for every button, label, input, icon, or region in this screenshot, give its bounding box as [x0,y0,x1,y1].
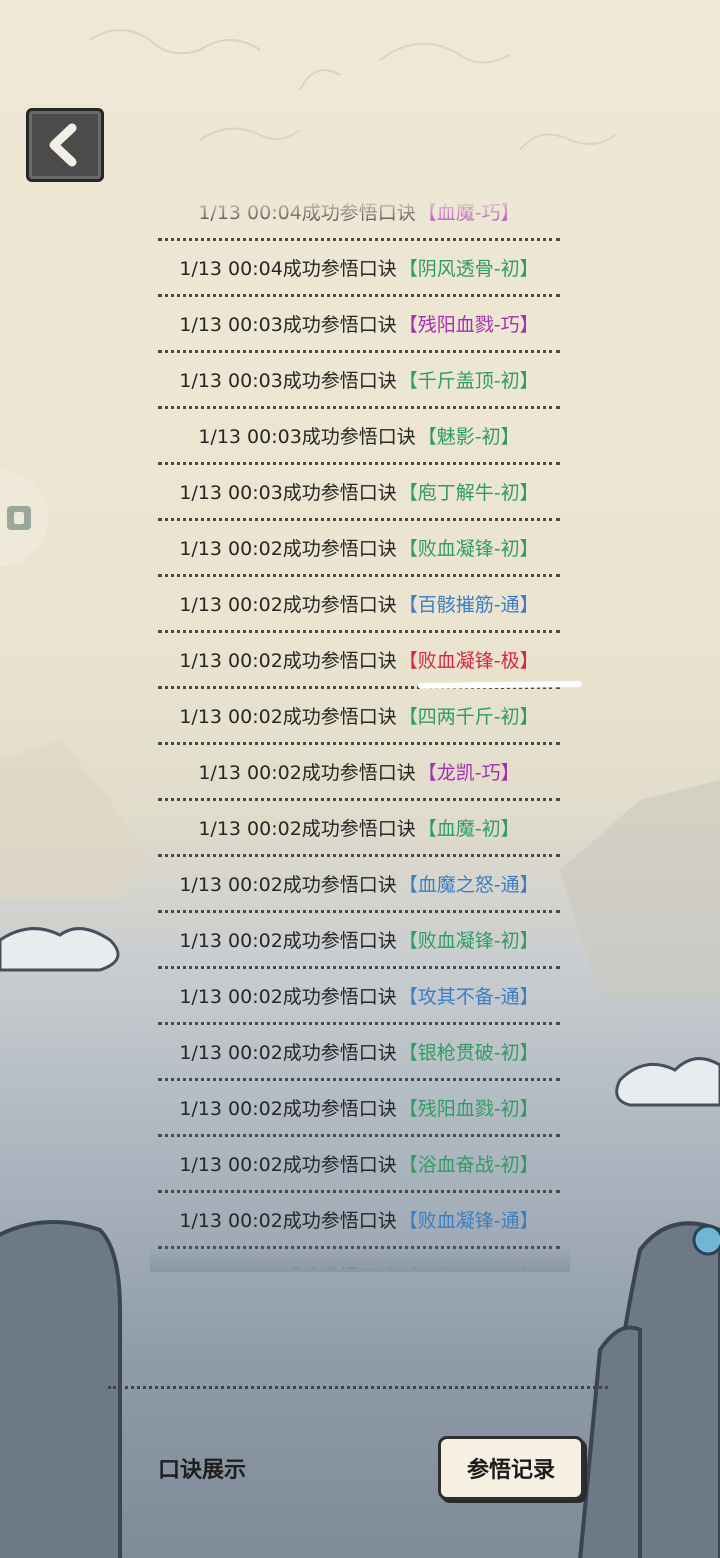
comprehension-record-button[interactable]: 参悟记录 [438,1436,584,1500]
log-skill: 【血魔-初】 [417,818,520,840]
log-time: 1/13 00:02成功参悟口诀 [179,594,397,616]
log-skill: 【败血凝锋-初】 [398,930,539,952]
log-row: 1/13 00:02成功参悟口诀 【浴血奋战-初】 [158,1137,560,1193]
log-skill: 【残阳血戮-初】 [398,1098,539,1120]
log-skill: 【败血凝锋-初】 [398,538,539,560]
log-skill: 【败血凝锋-极】 [398,650,539,672]
log-time: 1/13 00:02成功参悟口诀 [179,1262,396,1270]
log-row: 1/13 00:03成功参悟口诀 【千斤盖顶-初】 [158,353,560,409]
log-row: 1/13 00:03成功参悟口诀 【庖丁解牛-初】 [158,465,560,521]
log-row: 1/13 00:02成功参悟口诀【残阳血戮-初】 [158,1249,560,1270]
log-skill: 【庖丁解牛-初】 [398,482,539,504]
log-row: 1/13 00:02成功参悟口诀 【银枪贯破-初】 [158,1025,560,1081]
log-skill: 【魅影-初】 [417,426,520,448]
log-row: 1/13 00:02成功参悟口诀 【血魔之怒-通】 [158,857,560,913]
log-skill: 【百骸摧筋-通】 [398,594,539,616]
log-row: 1/13 00:04成功参悟口诀 【血魔-巧】 [158,200,560,241]
log-skill: 【攻其不备-通】 [398,986,539,1008]
log-skill: 【残阳血戮-巧】 [398,314,539,336]
log-row: 1/13 00:02成功参悟口诀 【败血凝锋-初】 [158,521,560,577]
chevron-left-icon [49,123,77,167]
log-time: 1/13 00:04成功参悟口诀 [179,258,397,280]
log-row: 1/13 00:03成功参悟口诀 【残阳血戮-巧】 [158,297,560,353]
log-time: 1/13 00:02成功参悟口诀 [179,1210,397,1232]
mantra-display-label[interactable]: 口诀展示 [158,1452,246,1484]
log-skill: 【龙凯-巧】 [417,762,520,784]
log-row: 1/13 00:02成功参悟口诀【残阳血戮-初】 [158,1081,560,1137]
log-time: 1/13 00:02成功参悟口诀 [198,818,416,840]
log-time: 1/13 00:02成功参悟口诀 [179,1098,397,1120]
log-time: 1/13 00:02成功参悟口诀 [179,650,397,672]
footer-divider [108,1386,608,1389]
comprehension-log-list[interactable]: 1/13 00:04成功参悟口诀 【血魔-巧】 1/13 00:04成功参悟口诀【… [158,200,560,1270]
log-skill: 【银枪贯破-初】 [398,1042,539,1064]
log-row: 1/13 00:02成功参悟口诀 【龙凯-巧】 [158,745,560,801]
log-skill: 【残阳血戮-初】 [399,1262,539,1270]
log-time: 1/13 00:03成功参悟口诀 [198,426,416,448]
log-skill: 【阴风透骨-初】 [398,258,539,280]
log-time: 1/13 00:03成功参悟口诀 [179,482,397,504]
log-row: 1/13 00:02成功参悟口诀 【血魔-初】 [158,801,560,857]
log-time: 1/13 00:02成功参悟口诀 [179,874,397,896]
log-row: 1/13 00:02成功参悟口诀 【百骸摧筋-通】 [158,577,560,633]
log-time: 1/13 00:02成功参悟口诀 [179,706,397,728]
log-time: 1/13 00:02成功参悟口诀 [179,538,397,560]
log-row: 1/13 00:02成功参悟口诀 【败血凝锋-极】 [158,633,560,689]
log-time: 1/13 00:04成功参悟口诀 [198,202,416,224]
log-row: 1/13 00:03成功参悟口诀 【魅影-初】 [158,409,560,465]
log-time: 1/13 00:02成功参悟口诀 [179,930,397,952]
log-skill: 【败血凝锋-通】 [398,1210,539,1232]
log-time: 1/13 00:02成功参悟口诀 [179,986,397,1008]
tab-icon [7,506,31,530]
log-time: 1/13 00:03成功参悟口诀 [179,314,397,336]
log-skill: 【血魔之怒-通】 [398,874,539,896]
log-skill: 【四两千斤-初】 [398,706,539,728]
back-button[interactable] [26,108,104,182]
log-time: 1/13 00:02成功参悟口诀 [179,1154,397,1176]
log-row: 1/13 00:04成功参悟口诀 【阴风透骨-初】 [158,241,560,297]
log-skill: 【血魔-巧】 [417,202,520,224]
log-row: 1/13 00:02成功参悟口诀 【败血凝锋-初】 [158,913,560,969]
log-skill: 【千斤盖顶-初】 [398,370,539,392]
log-row: 1/13 00:02成功参悟口诀 【攻其不备-通】 [158,969,560,1025]
log-row: 1/13 00:02成功参悟口诀 【败血凝锋-通】 [158,1193,560,1249]
log-skill: 【浴血奋战-初】 [398,1154,539,1176]
log-time: 1/13 00:02成功参悟口诀 [179,1042,397,1064]
log-row: 1/13 00:02成功参悟口诀 【四两千斤-初】 [158,689,560,745]
log-time: 1/13 00:03成功参悟口诀 [179,370,397,392]
log-time: 1/13 00:02成功参悟口诀 [198,762,416,784]
